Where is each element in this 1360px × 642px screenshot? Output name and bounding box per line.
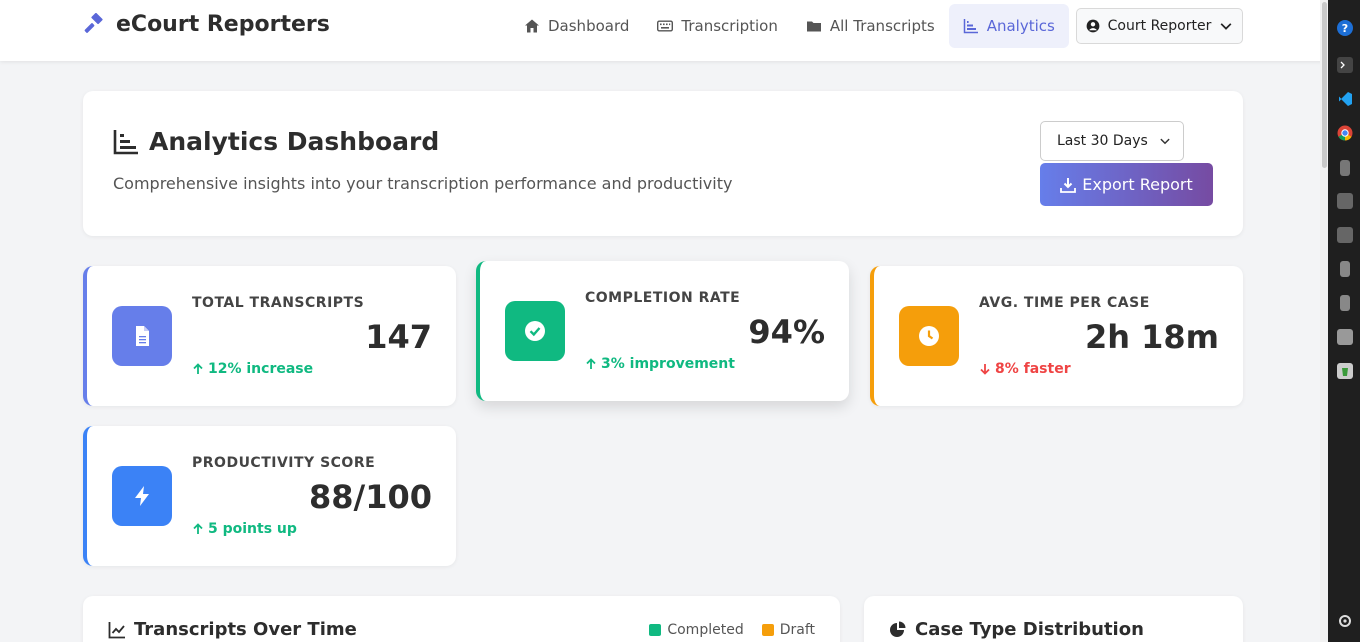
- arrow-up-icon: [193, 523, 203, 534]
- brand-name: eCourt Reporters: [116, 12, 330, 37]
- stat-change-text: 12% increase: [208, 361, 314, 377]
- stat-change-text: 8% faster: [995, 361, 1071, 377]
- page: eCourt Reporters Dashboard Transcription…: [0, 0, 1328, 642]
- chart-title-text: Case Type Distribution: [915, 619, 1144, 640]
- nav-item-analytics[interactable]: Analytics: [948, 4, 1069, 48]
- nav-item-dashboard[interactable]: Dashboard: [510, 4, 643, 48]
- gavel-icon: [84, 12, 103, 33]
- disk-icon[interactable]: [1337, 227, 1353, 243]
- disk-icon[interactable]: [1337, 193, 1353, 209]
- pie-chart-icon: [890, 621, 906, 637]
- nav-item-transcription[interactable]: Transcription: [643, 4, 791, 48]
- stat-card-productivity-score: Productivity Score 88/100 5 points up: [83, 426, 456, 566]
- page-title: Analytics Dashboard: [113, 127, 439, 156]
- file-icon: [136, 326, 149, 346]
- legend-swatch: [761, 624, 774, 636]
- chrome-icon[interactable]: [1337, 125, 1353, 141]
- user-circle-icon: [1086, 19, 1100, 33]
- stat-value: 2h 18m: [1084, 318, 1219, 356]
- terminal-icon[interactable]: [1337, 57, 1353, 73]
- stat-icon-box: [112, 466, 172, 526]
- stat-change-text: 3% improvement: [601, 356, 735, 372]
- chart-card-transcripts-over-time: Transcripts Over Time Completed Draft: [83, 596, 840, 642]
- date-range-value: Last 30 Days: [1057, 133, 1148, 149]
- page-scrollbar-thumb[interactable]: [1322, 2, 1327, 168]
- page-subtitle: Comprehensive insights into your transcr…: [113, 174, 733, 193]
- stat-value: 88/100: [308, 478, 432, 516]
- stat-card-completion-rate: Completion Rate 94% 3% improvement: [476, 261, 849, 401]
- os-side-dock: ?: [1328, 0, 1360, 642]
- stat-card-avg-time: Avg. Time Per Case 2h 18m 8% faster: [870, 266, 1243, 406]
- legend-item-draft[interactable]: Draft: [761, 622, 815, 638]
- nav-item-label: Transcription: [681, 17, 778, 35]
- bar-chart-icon: [963, 19, 978, 34]
- stat-icon-box: [899, 306, 959, 366]
- user-menu-button[interactable]: Court Reporter: [1076, 8, 1243, 44]
- chart-card-case-type-distribution: Case Type Distribution: [864, 596, 1243, 642]
- stat-icon-box: [505, 301, 565, 361]
- stat-change-text: 5 points up: [208, 521, 297, 537]
- navbar: eCourt Reporters Dashboard Transcription…: [0, 0, 1328, 61]
- nav-item-label: Analytics: [986, 17, 1055, 35]
- page-title-text: Analytics Dashboard: [149, 127, 440, 156]
- stat-change: 3% improvement: [585, 356, 735, 372]
- export-report-label: Export Report: [1082, 175, 1193, 194]
- stat-label: Productivity Score: [192, 455, 376, 471]
- chart-legend: Completed Draft: [649, 622, 815, 638]
- trash-icon[interactable]: [1337, 363, 1353, 379]
- home-icon: [525, 19, 539, 33]
- stat-change: 5 points up: [192, 521, 297, 537]
- stat-value: 147: [365, 318, 432, 356]
- arrow-up-icon: [586, 358, 596, 369]
- analytics-header-card: Analytics Dashboard Comprehensive insigh…: [83, 91, 1243, 236]
- keyboard-icon: [657, 20, 674, 32]
- drive-icon[interactable]: [1340, 261, 1350, 277]
- legend-item-completed[interactable]: Completed: [649, 622, 744, 638]
- stat-change: 12% increase: [192, 361, 313, 377]
- bar-chart-icon: [113, 129, 138, 154]
- help-icon[interactable]: ?: [1337, 20, 1353, 36]
- check-circle-icon: [525, 321, 545, 341]
- bolt-icon: [135, 486, 149, 506]
- stat-value: 94%: [748, 313, 825, 351]
- legend-label: Draft: [779, 622, 815, 638]
- user-menu-label: Court Reporter: [1107, 18, 1212, 34]
- usb-drive-icon[interactable]: [1340, 160, 1350, 176]
- legend-label: Completed: [667, 622, 744, 638]
- chevron-down-icon: [1220, 23, 1232, 30]
- chart-title: Case Type Distribution: [889, 619, 1144, 640]
- folder-icon: [806, 21, 821, 32]
- main-nav: Dashboard Transcription All Transcripts: [510, 4, 1069, 48]
- export-report-button[interactable]: Export Report: [1040, 163, 1213, 206]
- date-range-select[interactable]: Last 30 Days: [1040, 121, 1184, 161]
- stat-change: 8% faster: [979, 361, 1071, 377]
- download-icon: [1060, 177, 1077, 193]
- stat-card-total-transcripts: Total Transcripts 147 12% increase: [83, 266, 456, 406]
- clock-icon: [919, 326, 939, 346]
- arrow-down-icon: [980, 364, 990, 375]
- arrow-up-icon: [193, 363, 203, 374]
- settings-icon[interactable]: [1337, 613, 1353, 629]
- stat-label: Avg. Time Per Case: [979, 295, 1150, 311]
- chart-title-text: Transcripts Over Time: [134, 619, 357, 640]
- stat-label: Completion Rate: [585, 290, 741, 306]
- vscode-icon[interactable]: [1337, 91, 1353, 107]
- nav-item-label: All Transcripts: [829, 17, 935, 35]
- chevron-down-icon: [1160, 138, 1170, 145]
- camera-icon[interactable]: [1337, 329, 1353, 345]
- nav-item-all-transcripts[interactable]: All Transcripts: [792, 4, 949, 48]
- chart-title: Transcripts Over Time: [108, 619, 357, 640]
- stat-label: Total Transcripts: [192, 295, 365, 311]
- brand[interactable]: eCourt Reporters: [82, 12, 330, 37]
- stat-icon-box: [112, 306, 172, 366]
- nav-item-label: Dashboard: [548, 17, 630, 35]
- legend-swatch: [649, 624, 662, 636]
- drive-icon[interactable]: [1340, 295, 1350, 311]
- line-chart-icon: [108, 621, 125, 638]
